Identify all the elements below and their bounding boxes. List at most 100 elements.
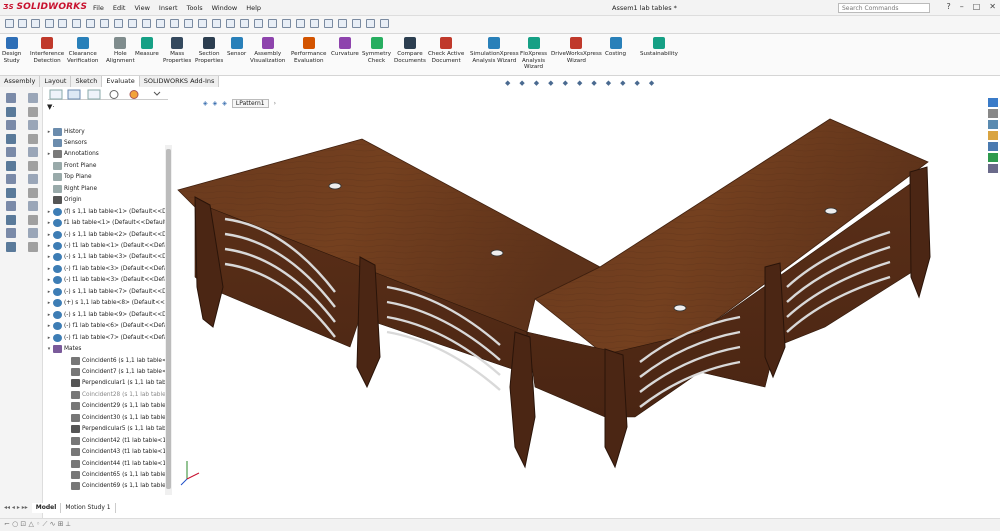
tree-item[interactable]: ▸ (-) t1 lab table<3> (Default<<Defaul bbox=[43, 275, 167, 286]
tab-model[interactable]: Model bbox=[31, 503, 62, 513]
minimize-icon[interactable]: – bbox=[960, 2, 964, 11]
view-palette-icon[interactable] bbox=[988, 142, 998, 151]
menu-edit[interactable]: Edit bbox=[113, 4, 126, 12]
mate-item[interactable]: Coincident28 (s 1,1 lab table<3> bbox=[43, 389, 167, 400]
mate-item[interactable]: Coincident44 (t1 lab table<1>,t bbox=[43, 458, 167, 469]
toolbar-tool-icon[interactable] bbox=[72, 19, 81, 28]
sketch-tool-icon[interactable] bbox=[28, 228, 38, 238]
check-active-document-button[interactable]: Check Active Document bbox=[428, 37, 464, 64]
toolbar-tool-icon[interactable] bbox=[366, 19, 375, 28]
toolbar-tool-icon[interactable] bbox=[310, 19, 319, 28]
sketch-tool-icon[interactable] bbox=[28, 147, 38, 157]
view-orientation-icon[interactable]: ◆ bbox=[563, 79, 568, 87]
home-icon[interactable] bbox=[988, 98, 998, 107]
nav-arrows-icon[interactable]: ◂◂ ◂ ▸ ▸▸ bbox=[0, 503, 32, 513]
tree-item[interactable]: Right Plane bbox=[43, 183, 167, 194]
mate-item[interactable]: Coincident43 (t1 lab table<1>,t bbox=[43, 447, 167, 458]
appearance-icon[interactable]: ◆ bbox=[606, 79, 611, 87]
mate-item[interactable]: Coincident42 (t1 lab table<1>,t bbox=[43, 435, 167, 446]
menu-help[interactable]: Help bbox=[246, 4, 261, 12]
sketch-tool-icon[interactable] bbox=[6, 228, 16, 238]
sketch-tool-icon[interactable] bbox=[6, 120, 16, 130]
sensor-button[interactable]: Sensor bbox=[227, 37, 246, 58]
tab-sketch[interactable]: Sketch bbox=[71, 76, 103, 87]
sketch-tool-icon[interactable] bbox=[28, 201, 38, 211]
section-properties-button[interactable]: Section Properties bbox=[195, 37, 223, 64]
help-icon[interactable]: ? bbox=[946, 2, 950, 11]
filter-icon[interactable]: ▼· bbox=[47, 103, 55, 111]
close-icon[interactable]: ✕ bbox=[989, 2, 996, 11]
toolbar-tool-icon[interactable] bbox=[58, 19, 67, 28]
tab-motion-study-1[interactable]: Motion Study 1 bbox=[61, 503, 116, 513]
mate-item[interactable]: Coincident69 (s 1,1 lab table<8> bbox=[43, 481, 167, 492]
expand-toggle-icon[interactable]: ▸ bbox=[45, 300, 53, 306]
tree-scrollbar[interactable] bbox=[165, 145, 172, 495]
sustainability-button[interactable]: Sustainability bbox=[640, 37, 678, 58]
toolbar-tool-icon[interactable] bbox=[212, 19, 221, 28]
toolbar-tool-icon[interactable] bbox=[142, 19, 151, 28]
toolbar-tool-icon[interactable] bbox=[5, 19, 14, 28]
toolbar-tool-icon[interactable] bbox=[254, 19, 263, 28]
tree-item[interactable]: Front Plane bbox=[43, 160, 167, 171]
view-settings-icon[interactable]: ◆ bbox=[635, 79, 640, 87]
tree-item[interactable]: ▾ Mates bbox=[43, 344, 167, 355]
sketch-tool-icon[interactable] bbox=[28, 160, 38, 171]
tree-item[interactable]: ▸ (-) s 1,1 lab table<7> (Default<<Def bbox=[43, 286, 167, 297]
toolbar-tool-icon[interactable] bbox=[18, 19, 27, 28]
sketch-tool-icon[interactable] bbox=[6, 174, 16, 184]
menu-file[interactable]: File bbox=[93, 4, 104, 12]
toolbar-tool-icon[interactable] bbox=[114, 19, 123, 28]
appearances-icon[interactable] bbox=[988, 153, 998, 162]
tree-item[interactable]: ▸ History bbox=[43, 126, 167, 137]
chevron-right-icon[interactable]: › bbox=[274, 100, 276, 107]
performance-evaluation-button[interactable]: Performance Evaluation bbox=[291, 37, 326, 64]
expand-toggle-icon[interactable]: ▸ bbox=[45, 266, 53, 272]
expand-toggle-icon[interactable]: ▸ bbox=[45, 335, 53, 341]
tab-evaluate[interactable]: Evaluate bbox=[102, 76, 140, 87]
hide-show-icon[interactable]: ◆ bbox=[591, 79, 596, 87]
tree-item[interactable]: ▸ (-) t1 lab table<1> (Default<<Default bbox=[43, 241, 167, 252]
toolbar-tool-icon[interactable] bbox=[198, 19, 207, 28]
expand-toggle-icon[interactable]: ▾ bbox=[45, 346, 53, 352]
sketch-tool-icon[interactable] bbox=[6, 187, 16, 198]
assembly-visualization-button[interactable]: Assembly Visualization bbox=[250, 37, 285, 64]
expand-toggle-icon[interactable]: ▸ bbox=[45, 220, 53, 226]
costing-button[interactable]: Costing bbox=[605, 37, 626, 58]
component-icon[interactable]: ◈ bbox=[213, 100, 218, 107]
mate-item[interactable]: Coincident6 (s 1,1 lab table<1>, bbox=[43, 355, 167, 366]
tree-item[interactable]: ▸ Annotations bbox=[43, 149, 167, 160]
compare-documents-button[interactable]: Compare Documents bbox=[394, 37, 426, 64]
graphics-viewport[interactable] bbox=[175, 87, 985, 521]
menu-insert[interactable]: Insert bbox=[159, 4, 178, 12]
toolbar-tool-icon[interactable] bbox=[338, 19, 347, 28]
expand-toggle-icon[interactable]: ▸ bbox=[45, 277, 53, 283]
sketch-tool-icon[interactable] bbox=[28, 214, 38, 225]
mass-properties-button[interactable]: Mass Properties bbox=[163, 37, 191, 64]
toolbar-tool-icon[interactable] bbox=[380, 19, 389, 28]
menu-window[interactable]: Window bbox=[212, 4, 238, 12]
scrollbar-thumb[interactable] bbox=[166, 149, 171, 489]
tree-item[interactable]: ▸ (-) s 1,1 lab table<9> (Default<<Def bbox=[43, 309, 167, 320]
toolbar-tool-icon[interactable] bbox=[128, 19, 137, 28]
clearance-verification-button[interactable]: Clearance Verification bbox=[67, 37, 98, 64]
search-commands-input[interactable]: Search Commands bbox=[838, 3, 930, 13]
toolbar-tool-icon[interactable] bbox=[31, 19, 40, 28]
resources-icon[interactable] bbox=[988, 109, 998, 118]
part-icon[interactable]: ◈ bbox=[222, 100, 227, 107]
toolbar-tool-icon[interactable] bbox=[86, 19, 95, 28]
mate-item[interactable]: Coincident65 (s 1,1 lab table<8> bbox=[43, 470, 167, 481]
sketch-tool-icon[interactable] bbox=[28, 93, 38, 103]
file-explorer-icon[interactable] bbox=[988, 131, 998, 140]
toolbar-tool-icon[interactable] bbox=[296, 19, 305, 28]
symmetry-check-button[interactable]: Symmetry Check bbox=[362, 37, 391, 64]
expand-toggle-icon[interactable]: ▸ bbox=[45, 243, 53, 249]
toolbar-tool-icon[interactable] bbox=[282, 19, 291, 28]
scene-icon[interactable]: ◆ bbox=[620, 79, 625, 87]
maximize-icon[interactable]: □ bbox=[973, 2, 981, 11]
sketch-tool-icon[interactable] bbox=[28, 174, 38, 184]
mate-item[interactable]: Coincident30 (s 1,1 lab table<3> bbox=[43, 412, 167, 423]
measure-button[interactable]: Measure bbox=[135, 37, 159, 58]
toolbar-tool-icon[interactable] bbox=[170, 19, 179, 28]
driveworksxpress-wizard-button[interactable]: DriveWorksXpress Wizard bbox=[551, 37, 602, 64]
expand-toggle-icon[interactable]: ▸ bbox=[45, 254, 53, 260]
